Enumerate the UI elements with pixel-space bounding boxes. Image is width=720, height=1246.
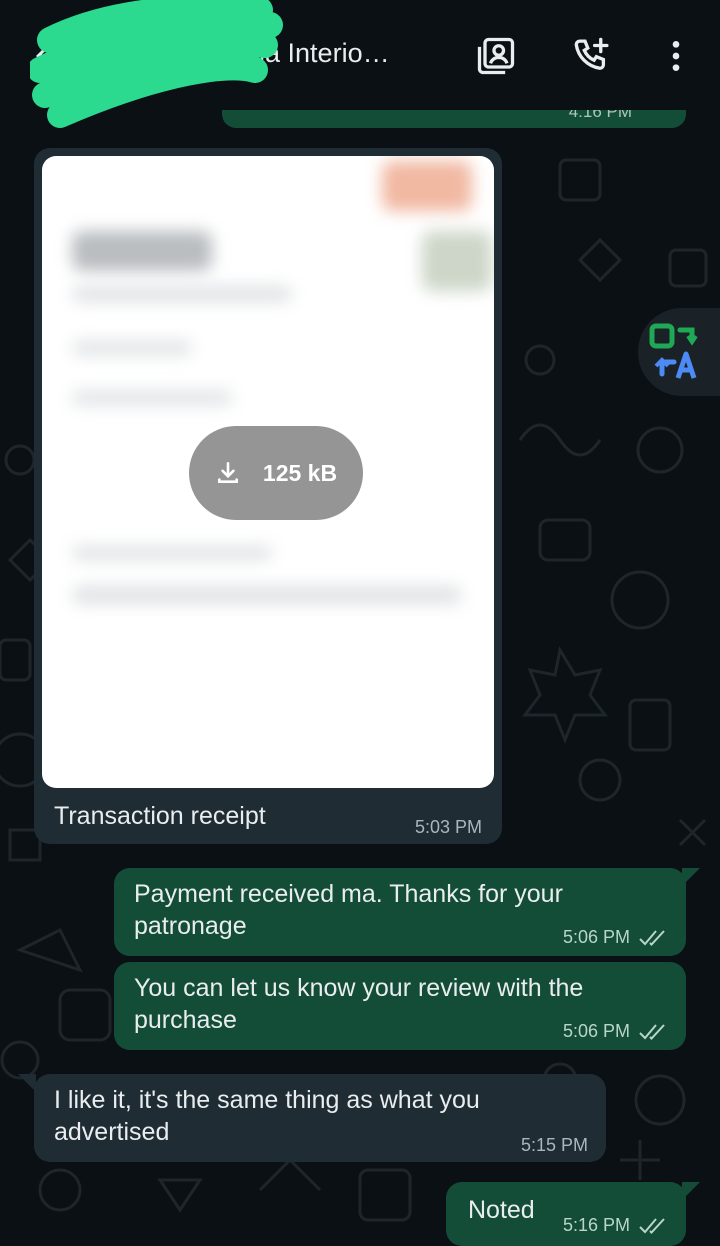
add-call-icon	[574, 37, 609, 70]
blurred-content	[422, 231, 492, 291]
incoming-message-bubble[interactable]: I like it, it's the same thing as what y…	[34, 1074, 606, 1162]
file-size: 125 kB	[262, 459, 338, 486]
translate-button[interactable]	[638, 308, 720, 396]
contact-card-icon	[477, 37, 515, 75]
blurred-content	[72, 586, 462, 604]
message-time: 5:06 PM	[563, 1021, 668, 1042]
blurred-content	[72, 391, 232, 405]
message-time-text: 5:06 PM	[562, 927, 630, 947]
blurred-content	[382, 161, 472, 211]
document-preview[interactable]: 125 kB	[42, 156, 494, 788]
message-time: 5:03 PM	[415, 817, 482, 838]
document-caption: Transaction receipt	[54, 802, 266, 830]
blurred-content	[72, 341, 192, 355]
translate-icon	[649, 323, 698, 379]
more-options-button[interactable]	[650, 30, 702, 82]
message-time: 5:06 PM	[563, 927, 668, 948]
blurred-content	[72, 231, 212, 271]
name-redaction-scribble	[30, 0, 283, 128]
outgoing-message-bubble[interactable]: You can let us know your review with the…	[114, 962, 686, 1050]
message-time: 5:16 PM	[563, 1215, 668, 1236]
blurred-content	[72, 546, 272, 560]
message-text: Payment received ma. Thanks for your pat…	[134, 880, 563, 940]
message-text: You can let us know your review with the…	[134, 974, 584, 1034]
contact-card-button[interactable]	[470, 30, 522, 82]
message-time-text: 5:03 PM	[414, 817, 482, 837]
message-time-text: 5:16 PM	[562, 1215, 630, 1235]
message-text: Noted	[468, 1196, 535, 1224]
message-time-text: 5:06 PM	[562, 1021, 630, 1041]
more-vert-icon	[672, 41, 680, 71]
download-icon	[217, 461, 238, 483]
add-call-button[interactable]	[566, 30, 618, 82]
double-check-icon	[639, 929, 665, 946]
double-check-icon	[639, 1023, 665, 1040]
download-button[interactable]: 125 kB	[189, 426, 363, 520]
message-time: 5:15 PM	[521, 1135, 588, 1156]
outgoing-message-bubble[interactable]: Noted 5:16 PM	[446, 1182, 686, 1246]
blurred-content	[72, 286, 292, 302]
message-text: I like it, it's the same thing as what y…	[54, 1086, 480, 1146]
message-time-text: 5:15 PM	[520, 1135, 588, 1155]
document-message-bubble[interactable]: 125 kB Transaction receipt 5:03 PM	[34, 148, 502, 844]
outgoing-message-bubble[interactable]: Payment received ma. Thanks for your pat…	[114, 868, 686, 956]
double-check-icon	[639, 1217, 665, 1234]
